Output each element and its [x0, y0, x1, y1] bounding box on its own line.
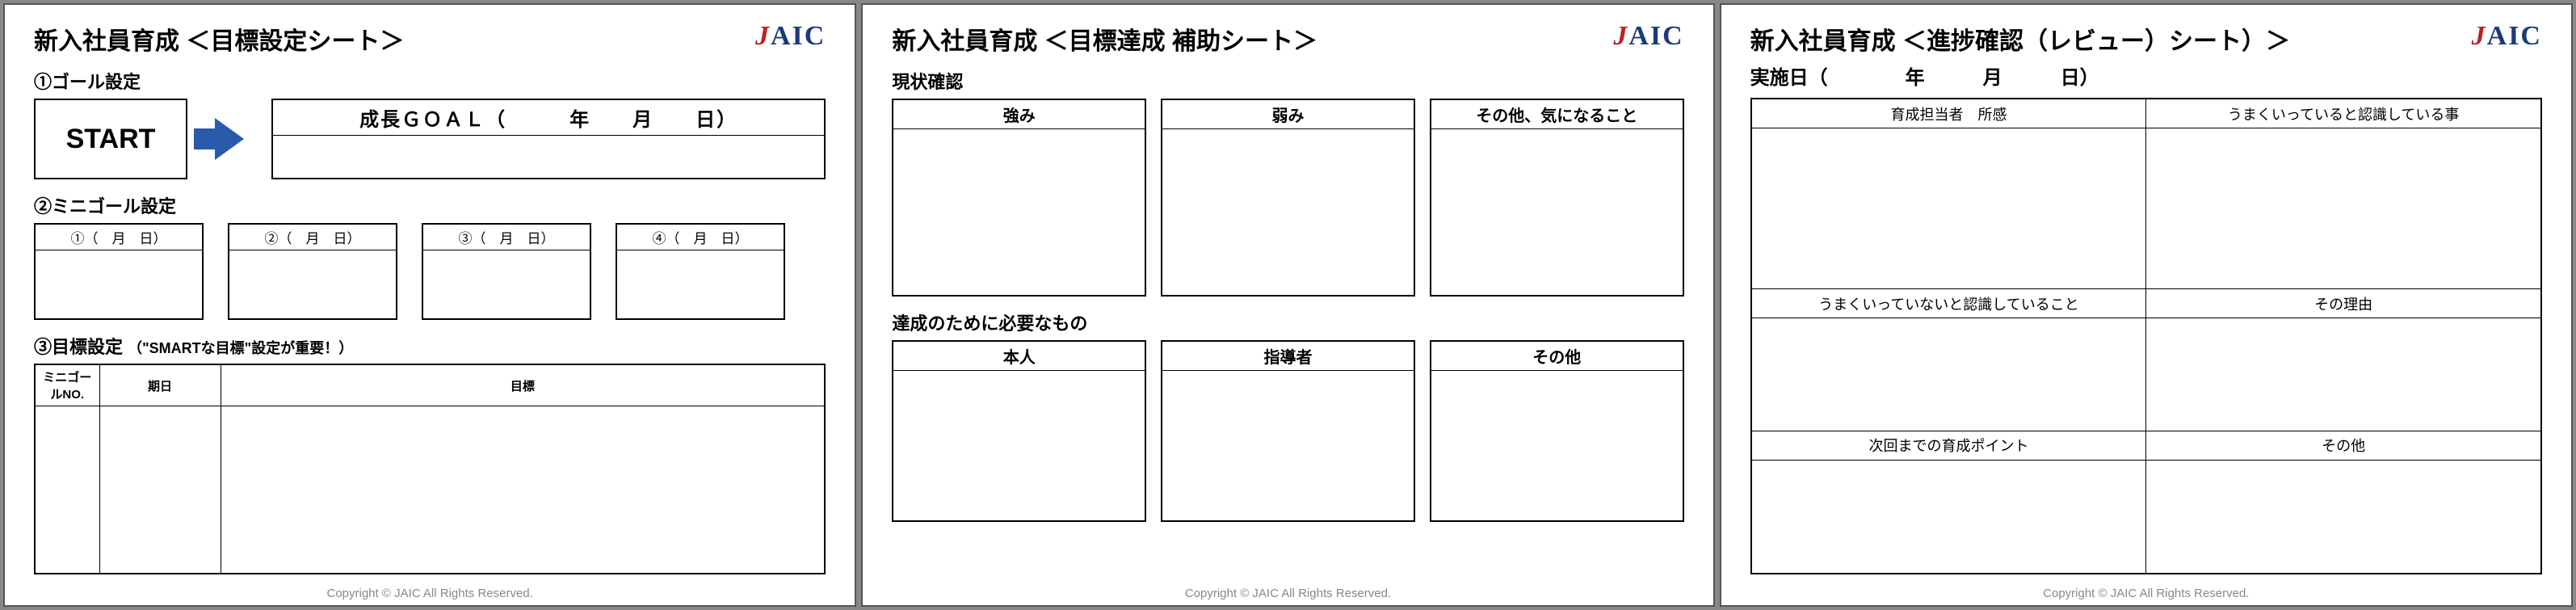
- cell-not-going-well: [1752, 318, 2147, 431]
- other-header: その他: [1431, 342, 1683, 371]
- sec3-label: ③目標設定 （"SMARTな目標"設定が重要！）: [34, 333, 826, 359]
- copyright: Copyright © JAIC All Rights Reserved.: [1721, 587, 2571, 600]
- jaic-logo: JAIC: [755, 21, 826, 52]
- cell-date: [99, 406, 221, 574]
- sheet-support: 新入社員育成 ＜目標達成 補助シート＞ JAIC 現状確認 強み 弱み その他、…: [861, 3, 1714, 607]
- growth-goal-body: [273, 136, 824, 178]
- mini-goal-4-body: [617, 250, 784, 318]
- sheet3-header: 新入社員育成 ＜進捗確認（レビュー）シート）＞ JAIC: [1750, 21, 2542, 57]
- sheet-goal-setting: 新入社員育成 ＜目標設定シート＞ JAIC ①ゴール設定 START 成長ＧＯＡ…: [3, 3, 856, 607]
- mini-goal-row: ①（ 月 日） ②（ 月 日） ③（ 月 日） ④（ 月 日）: [34, 223, 826, 320]
- concern-body: [1431, 129, 1683, 295]
- jaic-logo: JAIC: [1613, 21, 1683, 52]
- weakness-box: 弱み: [1161, 99, 1415, 297]
- cell-misc: [2146, 461, 2540, 573]
- sec2-label: ②ミニゴール設定: [34, 192, 826, 218]
- mini-goal-1-body: [36, 250, 202, 318]
- cell-next-point-hdr: 次回までの育成ポイント: [1752, 431, 2147, 461]
- col-date: 期日: [99, 364, 221, 406]
- cell-misc-hdr: その他: [2146, 431, 2540, 461]
- cell-no: [35, 406, 99, 574]
- review-row3-body: [1752, 461, 2540, 573]
- strength-box: 強み: [892, 99, 1146, 297]
- mini-goal-3-body: [423, 250, 590, 318]
- review-row2-body: [1752, 318, 2540, 431]
- col-no: ミニゴールNO.: [35, 364, 99, 406]
- sheet1-title: 新入社員育成 ＜目標設定シート＞: [34, 21, 404, 57]
- growth-goal-header: 成長ＧＯＡＬ（ 年 月 日）: [273, 100, 824, 136]
- mini-goal-1: ①（ 月 日）: [34, 223, 204, 320]
- cell-goal: [221, 406, 825, 574]
- mentor-body: [1162, 371, 1414, 520]
- mini-goal-4: ④（ 月 日）: [616, 223, 785, 320]
- sheet2-sec1: 現状確認: [892, 68, 1683, 94]
- cell-trainer-impression-hdr: 育成担当者 所感: [1752, 99, 2147, 128]
- mini-goal-4-header: ④（ 月 日）: [617, 225, 784, 250]
- copyright: Copyright © JAIC All Rights Reserved.: [5, 587, 855, 600]
- mini-goal-2: ②（ 月 日）: [228, 223, 397, 320]
- mini-goal-2-body: [229, 250, 396, 318]
- review-row2-header: うまくいっていないと認識していること その理由: [1752, 289, 2540, 318]
- sheet2-header: 新入社員育成 ＜目標達成 補助シート＞ JAIC: [892, 21, 1683, 57]
- review-row1-header: 育成担当者 所感 うまくいっていると認識している事: [1752, 99, 2540, 128]
- cell-reason: [2146, 318, 2540, 431]
- needs-row: 本人 指導者 その他: [892, 340, 1683, 522]
- concern-box: その他、気になること: [1430, 99, 1684, 297]
- other-body: [1431, 371, 1683, 520]
- review-row3-header: 次回までの育成ポイント その他: [1752, 431, 2540, 461]
- arrow-right-icon: [215, 118, 244, 160]
- concern-header: その他、気になること: [1431, 100, 1683, 129]
- weakness-body: [1162, 129, 1414, 295]
- mentor-header: 指導者: [1162, 342, 1414, 371]
- mini-goal-1-header: ①（ 月 日）: [36, 225, 202, 250]
- sheet2-sec2: 達成のために必要なもの: [892, 309, 1683, 335]
- smart-goal-table: ミニゴールNO. 期日 目標: [34, 364, 826, 574]
- sec1-label: ①ゴール設定: [34, 68, 826, 94]
- cell-trainer-impression: [1752, 128, 2147, 289]
- start-box: START: [34, 99, 187, 179]
- cell-not-going-well-hdr: うまくいっていないと認識していること: [1752, 289, 2147, 318]
- sheet3-title: 新入社員育成 ＜進捗確認（レビュー）シート）＞: [1750, 21, 2290, 57]
- self-body: [893, 371, 1145, 520]
- cell-going-well: [2146, 128, 2540, 289]
- mini-goal-3: ③（ 月 日）: [422, 223, 591, 320]
- self-header: 本人: [893, 342, 1145, 371]
- weakness-header: 弱み: [1162, 100, 1414, 129]
- mentor-box: 指導者: [1161, 340, 1415, 522]
- sec3-note: （"SMARTな目標"設定が重要！）: [128, 340, 353, 356]
- col-goal: 目標: [221, 364, 825, 406]
- copyright: Copyright © JAIC All Rights Reserved.: [863, 587, 1712, 600]
- review-date: 実施日（ 年 月 日）: [1750, 61, 2542, 90]
- jaic-logo: JAIC: [2472, 21, 2542, 52]
- sheet2-title: 新入社員育成 ＜目標達成 補助シート＞: [892, 21, 1317, 57]
- mini-goal-3-header: ③（ 月 日）: [423, 225, 590, 250]
- cell-reason-hdr: その理由: [2146, 289, 2540, 318]
- sheet1-header: 新入社員育成 ＜目標設定シート＞ JAIC: [34, 21, 826, 57]
- growth-goal-box: 成長ＧＯＡＬ（ 年 月 日）: [271, 99, 826, 179]
- strength-body: [893, 129, 1145, 295]
- strength-header: 強み: [893, 100, 1145, 129]
- cell-next-point: [1752, 461, 2147, 573]
- sheet-review: 新入社員育成 ＜進捗確認（レビュー）シート）＞ JAIC 実施日（ 年 月 日）…: [1720, 3, 2573, 607]
- arrow-wrap: [197, 99, 262, 179]
- review-grid: 育成担当者 所感 うまくいっていると認識している事 うまくいっていないと認識して…: [1750, 98, 2542, 574]
- other-box: その他: [1430, 340, 1684, 522]
- mini-goal-2-header: ②（ 月 日）: [229, 225, 396, 250]
- goal-row: START 成長ＧＯＡＬ（ 年 月 日）: [34, 99, 826, 179]
- review-row1-body: [1752, 128, 2540, 289]
- cell-going-well-hdr: うまくいっていると認識している事: [2146, 99, 2540, 128]
- status-check-row: 強み 弱み その他、気になること: [892, 99, 1683, 297]
- self-box: 本人: [892, 340, 1146, 522]
